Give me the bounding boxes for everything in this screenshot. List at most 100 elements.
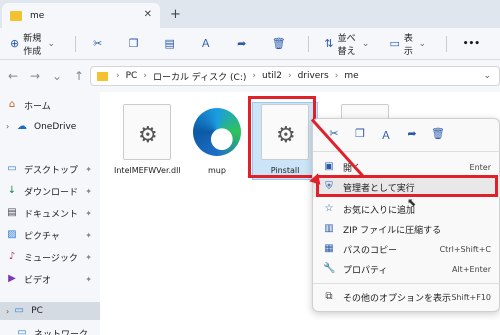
clipboard-icon: ▤ [164, 36, 175, 50]
address-bar[interactable]: › PC › ローカル ディスク (C:) › util2 › drivers … [90, 66, 500, 86]
recent-chevron-icon[interactable]: ⌄ [48, 69, 66, 83]
zip-icon: ▥ [324, 223, 334, 234]
edge-icon [193, 104, 241, 160]
sidebar-item-label: デスクトップ [24, 165, 79, 176]
pin-icon: ✦ [85, 164, 92, 174]
context-menu: ✂ ❐ Ａ ➦ 🗑 ▣ 開く Enter ⛨ 管理者として実行 ☆ お気に入りに… [312, 118, 500, 312]
menu-item-open[interactable]: ▣ 開く Enter [313, 157, 500, 177]
navigation-row: ← → ⌄ ↑ › PC › ローカル ディスク (C:) › util2 › … [0, 60, 500, 92]
share-button[interactable]: ➦ [236, 36, 252, 50]
path-icon: ▦ [324, 243, 334, 254]
menu-item-shortcut: Ctrl+Shift+C [439, 244, 491, 254]
view-label: 表示 [403, 33, 413, 57]
context-menu-quick-actions: ✂ ❐ Ａ ➦ 🗑 [313, 127, 500, 149]
new-tab-button[interactable]: + [170, 7, 181, 22]
navigation-pane: ⌂ ホーム › ☁ OneDrive ▭ デスクトップ ✦ ↓ ダウンロード ✦… [0, 92, 100, 335]
sidebar-item-onedrive[interactable]: ☁ OneDrive [16, 118, 110, 136]
menu-item-label: その他のオプションを表示 [343, 293, 452, 304]
chevron-right-icon: › [287, 71, 292, 81]
pin-icon: ✦ [85, 186, 92, 196]
paste-button[interactable]: ▤ [164, 36, 180, 50]
title-bar: me ✕ + [0, 0, 500, 28]
divider [313, 283, 500, 284]
delete-button[interactable]: 🗑 [272, 37, 288, 50]
forward-arrow-icon[interactable]: → [26, 69, 44, 83]
sidebar-item-downloads[interactable]: ↓ ダウンロード ✦ [6, 182, 100, 200]
sidebar-item-desktop[interactable]: ▭ デスクトップ ✦ [6, 160, 100, 178]
annotation-highlight-menu-item [316, 175, 498, 197]
expand-chevron-icon[interactable]: › [6, 307, 9, 316]
view-button[interactable]: ▭ 表示 ⌄ [389, 31, 426, 57]
rename-icon: Ａ [200, 36, 212, 50]
file-item-intelmefwver[interactable]: ⚙ IntelMEFWVer.dll [114, 104, 181, 175]
sidebar-item-label: ピクチャ [24, 231, 60, 242]
scissors-icon: ✂ [93, 36, 103, 50]
sort-icon: ⇅ [324, 36, 334, 50]
sidebar-item-pictures[interactable]: ▨ ピクチャ ✦ [6, 226, 100, 244]
sidebar-item-label: ネットワーク [34, 329, 89, 335]
close-tab-icon[interactable]: ✕ [144, 9, 152, 20]
home-icon: ⌂ [8, 99, 16, 110]
breadcrumb-local-disk[interactable]: ローカル ディスク (C:) [153, 70, 246, 83]
music-icon: ♪ [8, 251, 16, 262]
chevron-right-icon: › [116, 71, 120, 81]
chevron-right-icon: › [143, 71, 147, 81]
copy-icon[interactable]: ❐ [347, 127, 373, 149]
share-icon[interactable]: ➦ [399, 127, 425, 149]
gear-file-icon: ⚙ [123, 104, 171, 160]
menu-item-copy-path[interactable]: ▦ パスのコピー Ctrl+Shift+C [313, 239, 500, 259]
tab-title: me [30, 10, 45, 21]
back-arrow-icon[interactable]: ← [4, 69, 22, 83]
sidebar-item-label: ドキュメント [24, 209, 79, 220]
cut-button[interactable]: ✂ [92, 36, 108, 50]
more-label: ••• [462, 38, 480, 49]
chevron-down-icon[interactable]: ⌄ [483, 71, 491, 81]
menu-item-more-options[interactable]: ⧉ その他のオプションを表示 Shift+F10 [313, 287, 500, 307]
sidebar-item-label: PC [31, 306, 43, 316]
sort-label: 並べ替え [337, 33, 356, 57]
document-icon: ▤ [7, 207, 17, 218]
tab-me[interactable]: me ✕ [2, 3, 160, 28]
share-icon: ➦ [237, 36, 247, 50]
view-icon: ▭ [389, 36, 400, 50]
rename-icon[interactable]: Ａ [373, 127, 399, 149]
menu-item-properties[interactable]: 🔧 プロパティ Alt+Enter [313, 259, 500, 279]
menu-item-label: プロパティ [343, 265, 388, 276]
menu-item-shortcut: Shift+F10 [451, 292, 491, 302]
more-button[interactable]: ••• [463, 39, 480, 49]
menu-item-label: お気に入りに追加 [343, 205, 416, 216]
pin-icon: ✦ [85, 252, 92, 262]
breadcrumb-drivers[interactable]: drivers [298, 71, 329, 81]
pc-icon: ▭ [14, 305, 24, 316]
star-icon: ☆ [324, 203, 334, 214]
sidebar-item-home[interactable]: ⌂ ホーム [6, 96, 100, 114]
breadcrumb-me[interactable]: me [344, 71, 358, 81]
sidebar-item-music[interactable]: ♪ ミュージック ✦ [6, 248, 100, 266]
chevron-down-icon: ⌄ [47, 38, 56, 49]
desktop-icon: ▭ [7, 163, 17, 174]
more-options-icon: ⧉ [325, 291, 333, 302]
sidebar-item-pc[interactable]: › ▭ PC [0, 302, 100, 320]
expand-chevron-icon[interactable]: › [6, 122, 9, 131]
copy-button[interactable]: ❐ [128, 36, 144, 50]
breadcrumb-util2[interactable]: util2 [262, 71, 282, 81]
menu-item-label: ZIP ファイルに圧縮する [343, 225, 442, 236]
sidebar-item-label: ミュージック [24, 253, 78, 264]
sidebar-item-videos[interactable]: ▶ ビデオ ✦ [6, 270, 100, 288]
menu-item-zip[interactable]: ▥ ZIP ファイルに圧縮する [313, 219, 500, 239]
folder-icon [97, 71, 108, 81]
sort-button[interactable]: ⇅ 並べ替え ⌄ [324, 31, 369, 57]
new-button[interactable]: ⊕ 新規作成 ⌄ [10, 31, 55, 57]
chevron-right-icon: › [334, 71, 339, 81]
file-item-mup[interactable]: mup [184, 104, 250, 175]
chevron-down-icon: ⌄ [361, 38, 370, 49]
trash-icon[interactable]: 🗑 [425, 127, 451, 149]
copy-icon: ❐ [128, 36, 139, 50]
rename-button[interactable]: Ａ [200, 36, 216, 50]
file-name: IntelMEFWVer.dll [114, 166, 181, 175]
up-arrow-icon[interactable]: ↑ [70, 69, 88, 83]
sidebar-item-documents[interactable]: ▤ ドキュメント ✦ [6, 204, 100, 222]
sidebar-item-network[interactable]: ▭ ネットワーク [16, 324, 110, 335]
menu-item-shortcut: Enter [469, 162, 491, 172]
breadcrumb-pc[interactable]: PC [126, 71, 138, 81]
